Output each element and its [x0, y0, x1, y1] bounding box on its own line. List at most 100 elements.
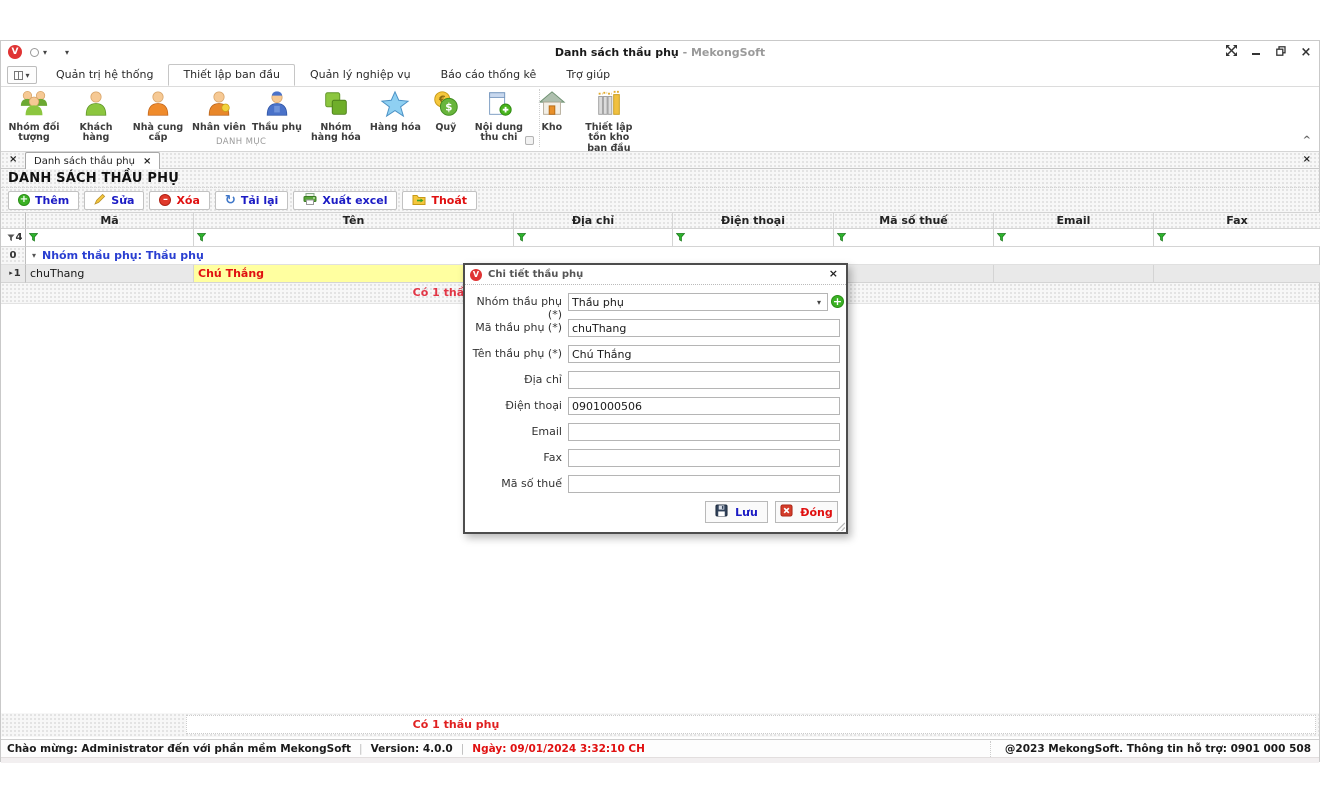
group-dialog-launcher-icon[interactable]	[525, 136, 534, 145]
cell-ma-so-thue[interactable]	[834, 265, 994, 283]
dialog-title: Chi tiết thầu phụ	[488, 269, 583, 280]
ribbon-collapse-icon[interactable]: ^	[1303, 135, 1311, 146]
ribbon-item-hang-hoa[interactable]: Hàng hóa	[367, 88, 424, 134]
svg-text:$: $	[445, 102, 452, 114]
quick-access-toolbar[interactable]: ▾ ▾	[30, 48, 69, 57]
ribbon-item-thau-phu[interactable]: Thầu phụ	[249, 88, 305, 134]
close-strip-icon[interactable]: ×	[1303, 154, 1311, 165]
page-title: DANH SÁCH THẦU PHỤ	[8, 171, 179, 186]
field-row-fax: Fax	[465, 449, 846, 467]
delete-button[interactable]: – Xóa	[149, 191, 209, 210]
column-header-ten[interactable]: Tên	[194, 212, 514, 229]
resize-grip[interactable]	[836, 522, 845, 531]
ribbon-item-nhom-doi-tuong[interactable]: Nhóm đối tượng	[3, 88, 65, 145]
column-header-ma-so-thue[interactable]: Mã số thuế	[834, 212, 994, 229]
coins-icon: €$	[431, 89, 461, 122]
close-button[interactable]: ×	[1299, 45, 1313, 60]
field-label: Địa chỉ	[465, 373, 562, 386]
add-button[interactable]: + Thêm	[8, 191, 79, 210]
column-header-ma[interactable]: Mã	[26, 212, 194, 229]
filter-cell-ten[interactable]	[194, 229, 514, 247]
window-bottom-strip	[1, 757, 1319, 763]
filter-cell-ma[interactable]	[26, 229, 194, 247]
grid-footer: Có 1 thầu phụ	[1, 713, 1319, 737]
dialog-close-icon[interactable]: ×	[829, 267, 838, 280]
combo-dropdown-icon[interactable]: ▾	[817, 298, 821, 307]
toolbar: + Thêm Sửa – Xóa ↻ Tải lại Xuất excel Th…	[1, 188, 1319, 212]
document-tab-label: Danh sách thầu phụ	[34, 156, 135, 167]
ribbon-item-quy[interactable]: €$ Quỹ	[424, 88, 468, 134]
filter-cell-email[interactable]	[994, 229, 1154, 247]
delete-label: Xóa	[176, 194, 199, 207]
ribbon-item-kho[interactable]: Kho	[530, 88, 574, 134]
ma-thau-phu-input[interactable]	[568, 319, 840, 337]
dia-chi-input[interactable]	[568, 371, 840, 389]
cell-email[interactable]	[994, 265, 1154, 283]
ribbon-item-nha-cung-cap[interactable]: Nhà cung cấp	[127, 88, 189, 145]
ribbon-item-thiet-lap-ton-kho[interactable]: Thiết lập tồn kho ban đầu	[574, 88, 644, 155]
ribbon-item-khach-hang[interactable]: Khách hàng	[65, 88, 127, 145]
field-row-nhom-thau-phu: Nhóm thầu phụ (*) ▾ +	[465, 293, 846, 311]
field-row-ma-thau-phu: Mã thầu phụ (*)	[465, 319, 846, 337]
tab-tro-giup[interactable]: Trợ giúp	[551, 64, 625, 86]
close-dialog-button[interactable]: Đóng	[775, 501, 838, 523]
dialog-logo-icon: V	[470, 269, 482, 281]
cell-ma[interactable]: chuThang	[26, 265, 194, 283]
chevron-down-icon[interactable]: ▾	[43, 48, 47, 57]
layout-switcher-button[interactable]: ▾	[7, 66, 37, 84]
save-button[interactable]: Lưu	[705, 501, 768, 523]
document-tab-danh-sach-thau-phu[interactable]: Danh sách thầu phụ ×	[25, 152, 160, 169]
field-label: Nhóm thầu phụ (*)	[465, 295, 562, 321]
filter-cell-fax[interactable]	[1154, 229, 1320, 247]
footer-summary-text: Có 1 thầu phụ	[366, 718, 546, 731]
dialog-title-bar[interactable]: V Chi tiết thầu phụ ×	[465, 265, 846, 285]
column-header-dia-chi[interactable]: Địa chỉ	[514, 212, 673, 229]
filter-cell-ma-so-thue[interactable]	[834, 229, 994, 247]
fax-input[interactable]	[568, 449, 840, 467]
window-controls: ×	[1224, 41, 1313, 63]
exit-label: Thoát	[431, 194, 467, 207]
tab-thiet-lap-ban-dau[interactable]: Thiết lập ban đầu	[168, 64, 295, 86]
minimize-button[interactable]	[1249, 46, 1263, 59]
field-label: Mã thầu phụ (*)	[465, 321, 562, 334]
edit-button[interactable]: Sửa	[84, 191, 144, 210]
toolbar-options-icon[interactable]: ▾	[65, 48, 69, 57]
column-header-fax[interactable]: Fax	[1154, 212, 1320, 229]
exit-folder-icon	[412, 193, 426, 208]
close-tab-icon[interactable]: ×	[143, 156, 151, 167]
red-x-icon	[780, 504, 793, 520]
filter-cell-dia-chi[interactable]	[514, 229, 673, 247]
reload-button[interactable]: ↻ Tải lại	[215, 191, 288, 210]
ma-so-thue-input[interactable]	[568, 475, 840, 493]
column-header-dien-thoai[interactable]: Điện thoại	[673, 212, 834, 229]
version-text: Version: 4.0.0	[371, 743, 453, 755]
ribbon-item-nhan-vien[interactable]: Nhân viên	[189, 88, 249, 134]
filter-cell-dien-thoai[interactable]	[673, 229, 834, 247]
ribbon-group-separator	[539, 89, 540, 147]
grid-header-row: Mã Tên Địa chỉ Điện thoại Mã số thuế Ema…	[1, 212, 1320, 229]
restore-button[interactable]	[1274, 46, 1288, 59]
add-group-button[interactable]: +	[831, 295, 844, 308]
field-row-ten-thau-phu: Tên thầu phụ (*)	[465, 345, 846, 363]
ribbon-item-nhom-hang-hoa[interactable]: Nhóm hàng hóa	[305, 88, 367, 145]
cell-fax[interactable]	[1154, 265, 1320, 283]
tab-quan-tri-he-thong[interactable]: Quản trị hệ thống	[41, 64, 168, 86]
exit-button[interactable]: Thoát	[402, 191, 477, 210]
email-input[interactable]	[568, 423, 840, 441]
group-collapse-icon[interactable]: ▾	[32, 251, 36, 260]
tab-bao-cao-thong-ke[interactable]: Báo cáo thống kê	[426, 64, 552, 86]
subcontractor-icon	[262, 89, 292, 122]
ten-thau-phu-input[interactable]	[568, 345, 840, 363]
close-all-tabs-icon[interactable]: ×	[9, 154, 17, 165]
tab-quan-ly-nghiep-vu[interactable]: Quản lý nghiệp vụ	[295, 64, 426, 86]
nhom-thau-phu-combo[interactable]	[568, 293, 828, 311]
window-title: Danh sách thầu phụ - MekongSoft	[1, 46, 1319, 59]
quick-access-circle-icon[interactable]	[30, 48, 39, 57]
ribbon-item-noi-dung-thu-chi[interactable]: Nội dung thu chi	[468, 88, 530, 145]
export-excel-button[interactable]: Xuất excel	[293, 191, 397, 210]
column-header-email[interactable]: Email	[994, 212, 1154, 229]
star-icon	[380, 89, 410, 122]
screen-resize-icon[interactable]	[1224, 45, 1238, 59]
app-logo-icon[interactable]: V	[8, 45, 22, 59]
dien-thoai-input[interactable]	[568, 397, 840, 415]
